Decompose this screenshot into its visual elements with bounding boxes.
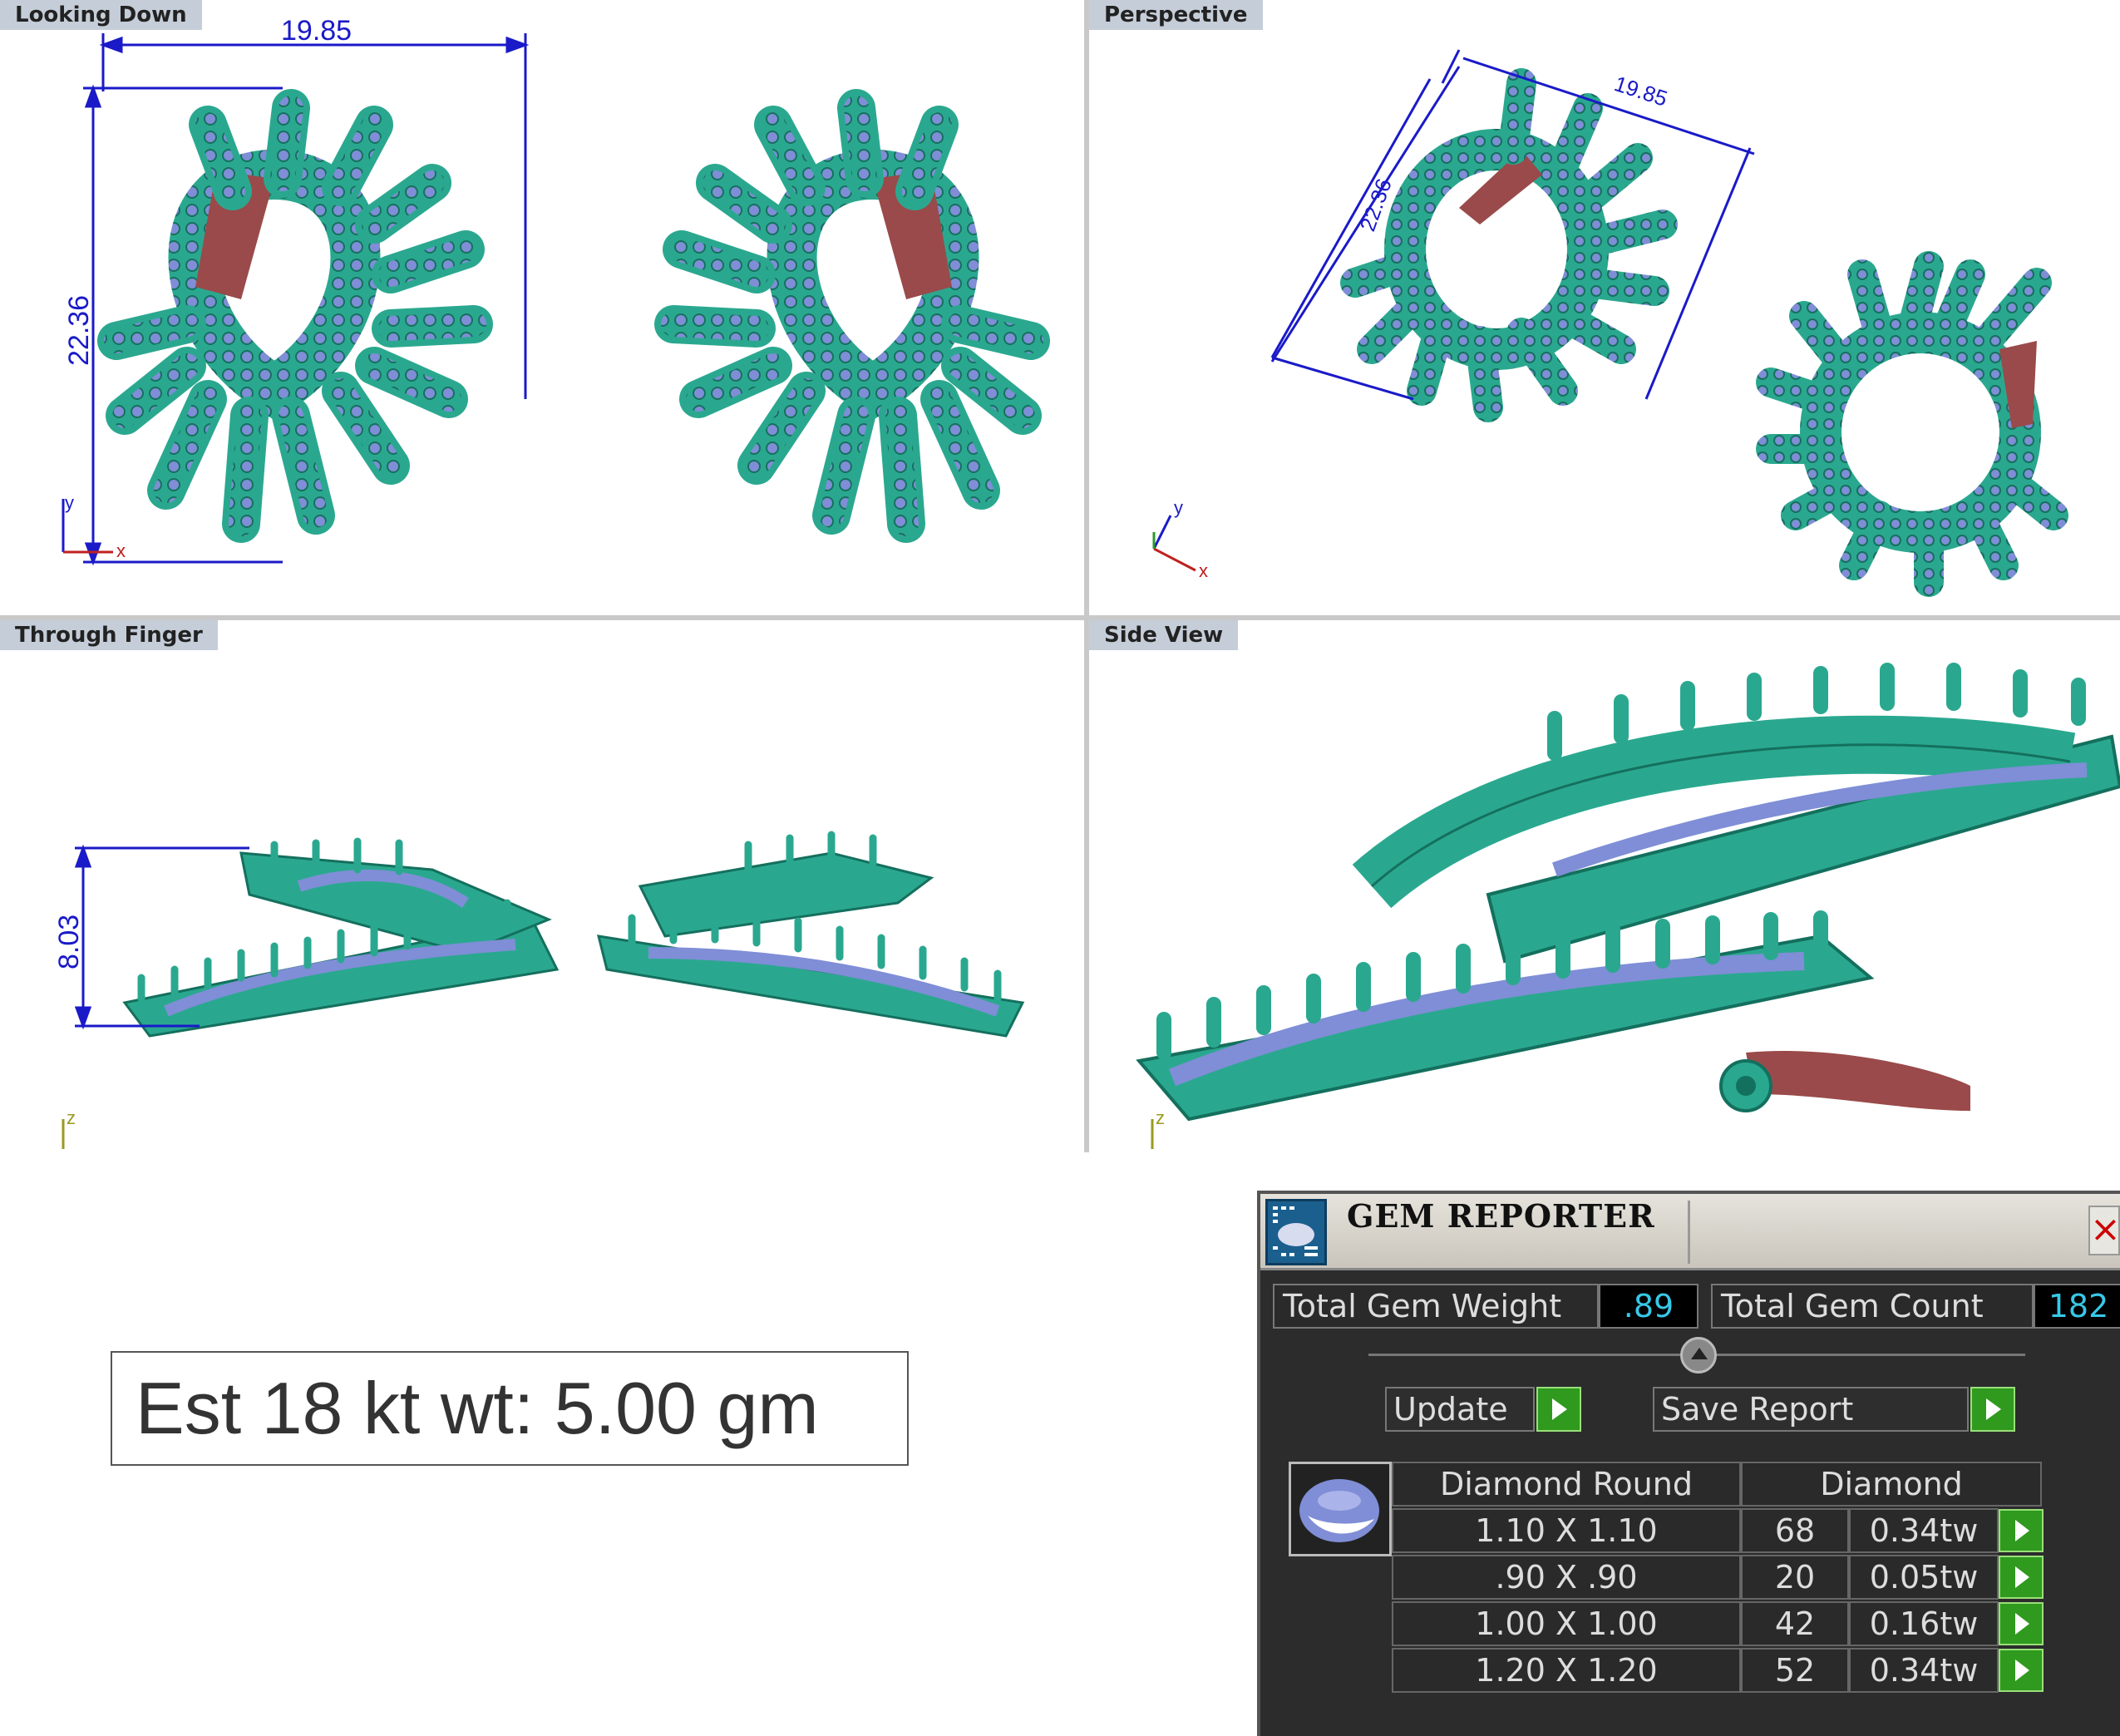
axis-icon-z-side: z [1151,1107,1165,1149]
looking-down-render: 19.85 22.36 y x [62,15,1050,566]
dim-perspective-width: 19.85 [1611,71,1670,111]
viewport-perspective[interactable]: 19.85 22.36 y x Perspective [1089,0,2120,615]
viewport-side-view[interactable]: z Side View [1089,620,2120,1152]
gem-reporter-logo-icon [1265,1199,1327,1265]
gem-count-cell: 20 [1741,1555,1849,1600]
side-earring [1136,663,2120,1122]
dim-height-label: 22.36 [63,295,95,366]
total-gem-count-value: 182 [2034,1284,2120,1329]
gem-weight-cell: 0.16tw [1849,1601,1999,1646]
viewport-label: Through Finger [0,620,218,650]
gem-weight-cell: 0.34tw [1849,1648,1999,1693]
row-play-button[interactable] [1999,1509,2044,1552]
total-gem-weight-value: .89 [1599,1284,1698,1329]
dim-depth-label: 8.03 [53,915,85,969]
gem-reporter-title: GEM REPORTER [1347,1197,1655,1235]
gem-reporter-titlebar[interactable]: GEM REPORTER × [1260,1194,2120,1270]
perspective-earring-right [1756,251,2068,597]
svg-text:z: z [1156,1107,1165,1128]
front-earring-left [122,837,560,1038]
viewport-label: Side View [1089,620,1239,650]
gem-count-cell: 68 [1741,1508,1849,1553]
viewport-label: Looking Down [0,0,202,30]
row-play-button[interactable] [1999,1602,2044,1645]
gem-size-cell: 1.00 X 1.00 [1392,1601,1741,1646]
table-header-type: Diamond [1741,1462,2042,1507]
viewport-looking-down[interactable]: 19.85 22.36 y x Looking Down [0,0,1084,615]
svg-text:x: x [116,540,126,561]
gem-size-cell: .90 X .90 [1392,1555,1741,1600]
gem-reporter-panel: GEM REPORTER × Total Gem Weight .89 Tota… [1257,1191,2120,1736]
gem-weight-cell: 0.05tw [1849,1555,1999,1600]
right-earring-top [654,89,1050,543]
save-report-button[interactable]: Save Report [1653,1387,1969,1432]
gem-weight-cell: 0.34tw [1849,1508,1999,1553]
svg-text:y: y [65,492,74,513]
perspective-render: 19.85 22.36 y x [1152,49,2068,597]
viewport-label: Perspective [1089,0,1263,30]
axis-icon-perspective: y x [1152,497,1208,581]
titlebar-divider [1688,1201,1690,1264]
total-gem-weight-label: Total Gem Weight [1273,1284,1599,1329]
gem-count-cell: 52 [1741,1648,1849,1693]
close-button[interactable]: × [2088,1206,2120,1255]
gem-round-thumbnail-icon [1289,1462,1392,1556]
svg-text:y: y [1174,497,1183,518]
svg-text:x: x [1199,560,1208,581]
axis-icon-z: z [62,1107,76,1149]
viewport-through-finger[interactable]: 8.03 z Through Finger [0,620,1084,1152]
gem-count-cell: 42 [1741,1601,1849,1646]
dim-width-label: 19.85 [281,15,352,47]
gem-size-cell: 1.10 X 1.10 [1392,1508,1741,1553]
row-play-button[interactable] [1999,1556,2044,1599]
left-earring-top [97,89,493,543]
row-play-button[interactable] [1999,1649,2044,1692]
through-finger-render: 8.03 z [53,831,1025,1149]
front-earring-right [596,831,1025,1038]
splitter-handle-icon[interactable] [1680,1337,1717,1374]
update-button[interactable]: Update [1385,1387,1535,1432]
gem-size-cell: 1.20 X 1.20 [1392,1648,1741,1693]
update-play-button[interactable] [1536,1387,1581,1432]
svg-text:z: z [67,1107,76,1128]
save-report-play-button[interactable] [1970,1387,2015,1432]
total-gem-count-label: Total Gem Count [1711,1284,2034,1329]
weight-estimate-box: Est 18 kt wt: 5.00 gm [111,1351,909,1466]
side-view-render: z [1136,663,2120,1149]
table-header-shape: Diamond Round [1392,1462,1741,1507]
